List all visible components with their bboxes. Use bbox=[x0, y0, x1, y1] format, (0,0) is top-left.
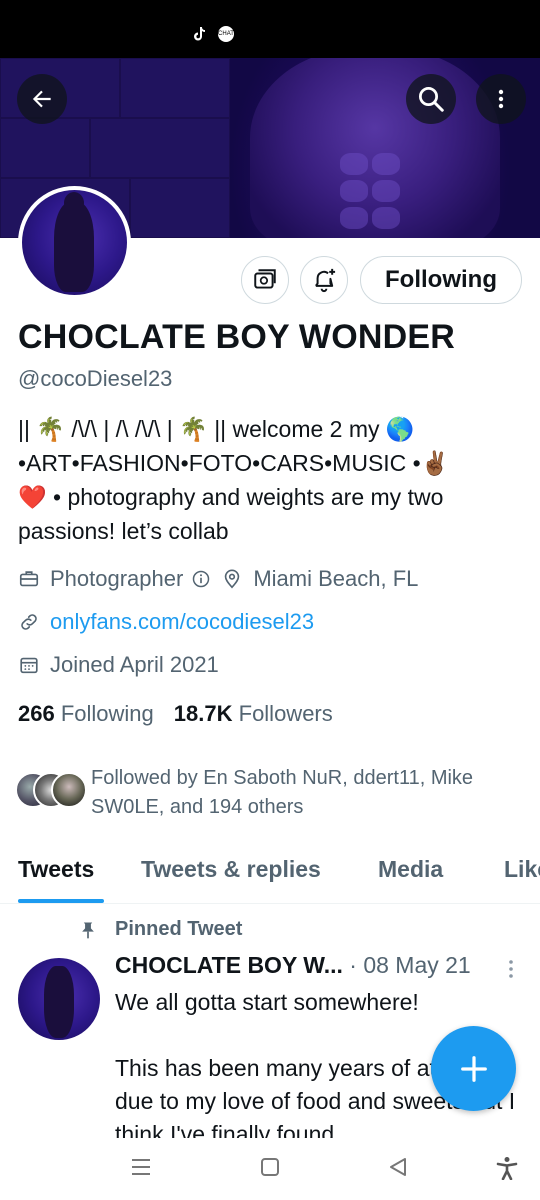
back-button[interactable] bbox=[17, 74, 67, 124]
following-button[interactable]: Following bbox=[360, 256, 522, 304]
more-vertical-icon bbox=[498, 89, 504, 109]
tab-tweets-replies[interactable]: Tweets & replies bbox=[141, 856, 321, 883]
profile-tabs: Tweets Tweets & replies Media Likes bbox=[0, 838, 540, 904]
active-tab-indicator bbox=[18, 899, 104, 903]
followers-count-link[interactable]: 18.7K Followers bbox=[174, 701, 333, 726]
follow-counts: 266 Following 18.7K Followers bbox=[18, 701, 333, 727]
profile-avatar[interactable] bbox=[18, 186, 131, 299]
bio-line: passions! let’s collab bbox=[18, 518, 229, 544]
tiktok-icon bbox=[194, 27, 205, 41]
calendar-icon bbox=[20, 657, 38, 674]
tweet-paragraph: We all gotta start somewhere! bbox=[115, 989, 419, 1015]
profile-category: Photographer bbox=[50, 566, 184, 591]
bell-plus-icon bbox=[315, 268, 336, 293]
info-icon[interactable] bbox=[191, 569, 211, 589]
subscribe-button[interactable] bbox=[241, 256, 289, 304]
followed-by-section[interactable]: Followed by En Saboth NuR, ddert11, Mike… bbox=[15, 762, 525, 822]
tweet-more-icon[interactable] bbox=[505, 958, 517, 980]
search-button[interactable] bbox=[406, 74, 456, 124]
back-triangle-icon[interactable] bbox=[387, 1156, 409, 1178]
bio-line: •ART•FASHION•FOTO•CARS•MUSIC •✌🏾 bbox=[18, 450, 450, 476]
arrow-left-icon bbox=[32, 90, 51, 108]
tweet-date: · 08 May 21 bbox=[349, 952, 471, 978]
pinned-tweet-label: Pinned Tweet bbox=[115, 918, 243, 940]
tab-tweets[interactable]: Tweets bbox=[18, 856, 94, 883]
tweet-author-avatar[interactable] bbox=[18, 958, 100, 1040]
profile-bio: || 🌴 /\/\ | /\ /\/\ | 🌴 || welcome 2 my … bbox=[18, 412, 523, 548]
subscription-icon bbox=[254, 269, 276, 289]
tab-media[interactable]: Media bbox=[378, 856, 443, 883]
briefcase-icon bbox=[19, 571, 39, 587]
search-icon bbox=[419, 87, 444, 112]
system-nav-bar bbox=[0, 1138, 540, 1200]
bio-line: ❤️ • photography and weights are my two bbox=[18, 484, 444, 510]
follower-avatar bbox=[51, 772, 87, 808]
followed-by-text: Followed by En Saboth NuR, ddert11, Mike… bbox=[91, 767, 474, 818]
recents-icon[interactable] bbox=[130, 1156, 152, 1178]
message-icon: CHAT bbox=[218, 26, 234, 42]
plus-icon bbox=[460, 1055, 487, 1082]
tab-likes[interactable]: Likes bbox=[504, 856, 540, 883]
accessibility-icon[interactable] bbox=[496, 1156, 518, 1180]
profile-link-row[interactable]: onlyfans.com/cocodiesel23 bbox=[18, 609, 314, 635]
profile-website-link[interactable]: onlyfans.com/cocodiesel23 bbox=[50, 609, 314, 635]
home-icon[interactable] bbox=[259, 1156, 281, 1178]
tweet-author-name[interactable]: CHOCLATE BOY W... bbox=[115, 952, 343, 978]
link-icon bbox=[21, 614, 37, 630]
profile-location: Miami Beach, FL bbox=[253, 566, 419, 591]
profile-handle: @cocoDiesel23 bbox=[18, 366, 173, 391]
profile-meta-row: Photographer Miami Beach, FL bbox=[18, 566, 418, 592]
following-count-link[interactable]: 266 Following bbox=[18, 701, 154, 726]
compose-tweet-button[interactable] bbox=[431, 1026, 516, 1111]
more-options-button[interactable] bbox=[476, 74, 526, 124]
tweet-header: CHOCLATE BOY W... · 08 May 21 bbox=[115, 952, 471, 979]
profile-joined-row: Joined April 2021 bbox=[18, 652, 219, 678]
bio-line: || 🌴 /\/\ | /\ /\/\ | 🌴 || welcome 2 my … bbox=[18, 416, 415, 442]
display-name: CHOCLATE BOY WONDER bbox=[18, 318, 455, 356]
location-pin-icon bbox=[225, 569, 240, 589]
status-bar: CHAT bbox=[0, 0, 540, 58]
pin-icon bbox=[82, 922, 94, 939]
profile-joined-date: Joined April 2021 bbox=[50, 652, 219, 677]
notifications-button[interactable] bbox=[300, 256, 348, 304]
